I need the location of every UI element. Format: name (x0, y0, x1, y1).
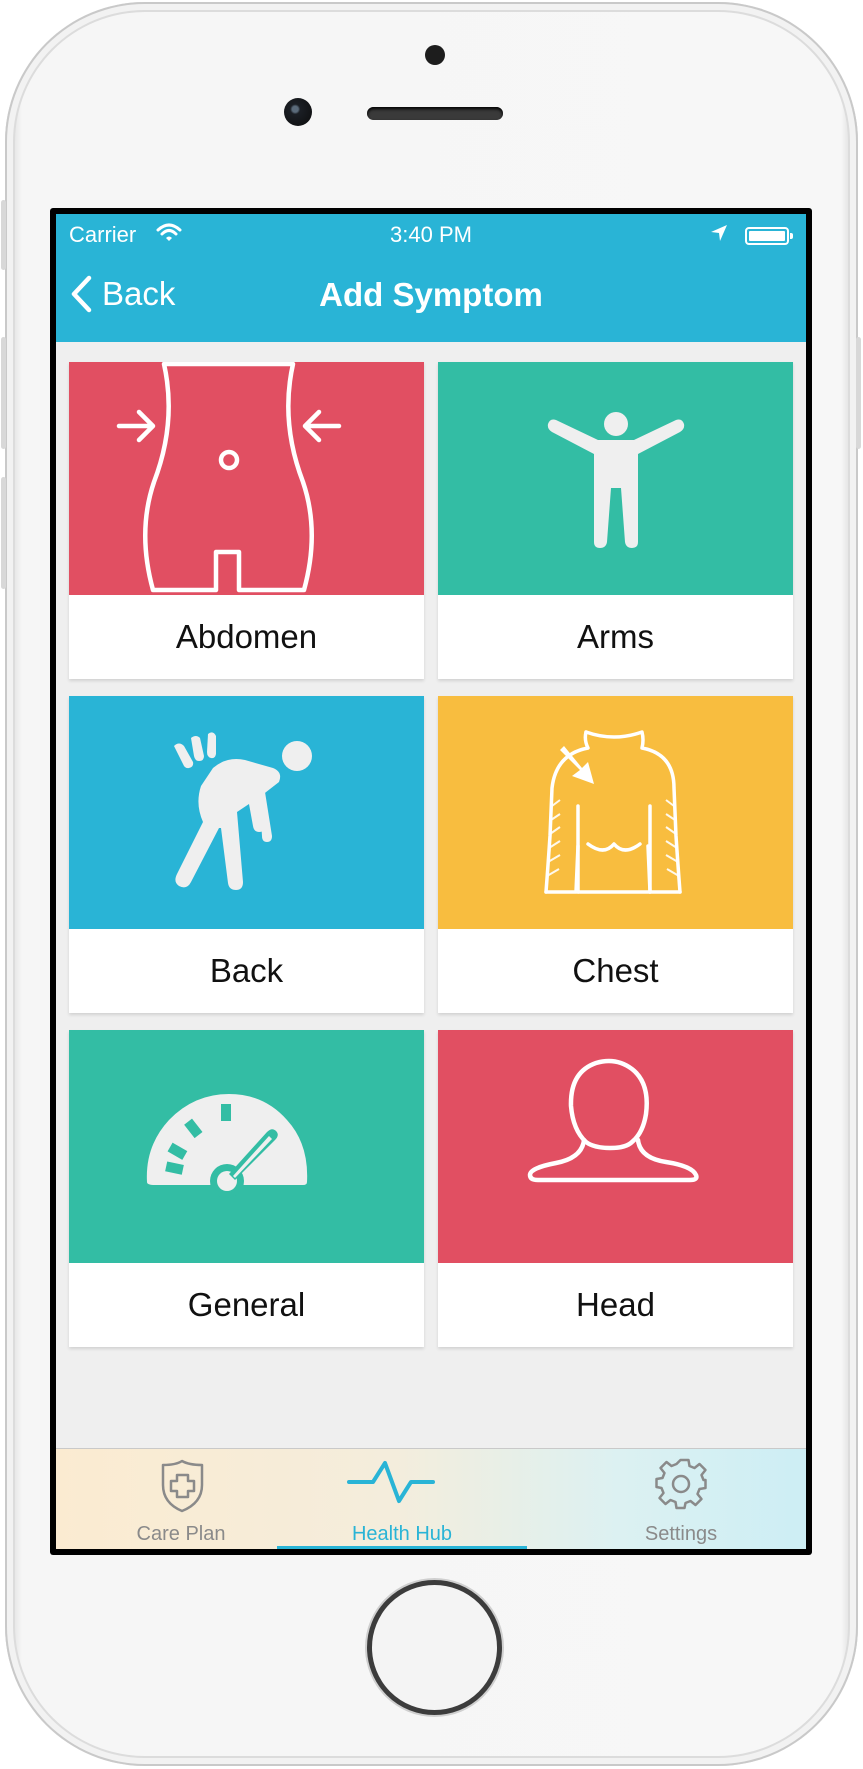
symptom-tile-chest[interactable]: Chest (438, 696, 793, 1013)
symptom-tile-back[interactable]: Back (69, 696, 424, 1013)
symptom-label: Back (209, 952, 284, 989)
navigation-bar: Carrier 3:40 PM Back Add Symptom (56, 214, 806, 342)
tab-settings[interactable]: Settings (556, 1449, 806, 1549)
tab-label: Health Hub (351, 1523, 453, 1545)
chest-torso-icon (544, 730, 682, 894)
battery-full-icon (745, 227, 793, 245)
gear-icon (655, 1458, 707, 1510)
gauge-icon (146, 1094, 308, 1198)
proximity-sensor (425, 45, 445, 65)
symptom-label: Arms (577, 618, 654, 655)
app-screen: Carrier 3:40 PM Back Add Symptom Abdomen… (56, 214, 806, 1549)
tab-label: Care Plan (136, 1523, 226, 1545)
tile-art (438, 362, 793, 595)
symptom-tile-arms[interactable]: Arms (438, 362, 793, 679)
tab-bar: Care Plan Health Hub Settings (56, 1448, 806, 1549)
active-tab-indicator (277, 1546, 527, 1549)
symptom-tile-general[interactable]: General (69, 1030, 424, 1347)
symptom-tile-head[interactable]: Head (438, 1030, 793, 1347)
symptom-tile-abdomen[interactable]: Abdomen (69, 362, 424, 679)
tile-art (69, 362, 424, 595)
page-title: Add Symptom (319, 276, 543, 313)
shield-cross-icon (161, 1459, 204, 1513)
volume-down-button (1, 477, 6, 589)
status-time: 3:40 PM (390, 222, 472, 247)
symptom-label: General (187, 1286, 306, 1323)
power-button (856, 337, 861, 449)
heartbeat-icon (347, 1461, 435, 1503)
volume-up-button (1, 337, 6, 449)
back-pain-icon (174, 732, 312, 890)
tile-art (69, 1030, 424, 1263)
arms-person-icon (547, 412, 685, 548)
home-button[interactable] (367, 1580, 502, 1715)
earpiece-speaker (367, 107, 503, 120)
symptom-label: Abdomen (175, 618, 318, 655)
tab-care-plan[interactable]: Care Plan (56, 1449, 306, 1549)
abdomen-icon (116, 362, 342, 593)
tab-label: Settings (644, 1523, 718, 1545)
mute-switch (1, 200, 6, 270)
tile-art (69, 696, 424, 929)
tile-art (438, 696, 793, 929)
status-bar: Carrier 3:40 PM (56, 214, 806, 254)
head-icon (527, 1058, 699, 1183)
location-arrow-icon (708, 222, 730, 250)
symptom-label: Chest (572, 952, 659, 989)
tile-art (438, 1030, 793, 1263)
symptom-label: Head (576, 1286, 655, 1323)
tab-health-hub[interactable]: Health Hub (277, 1449, 527, 1549)
front-camera (284, 98, 312, 126)
